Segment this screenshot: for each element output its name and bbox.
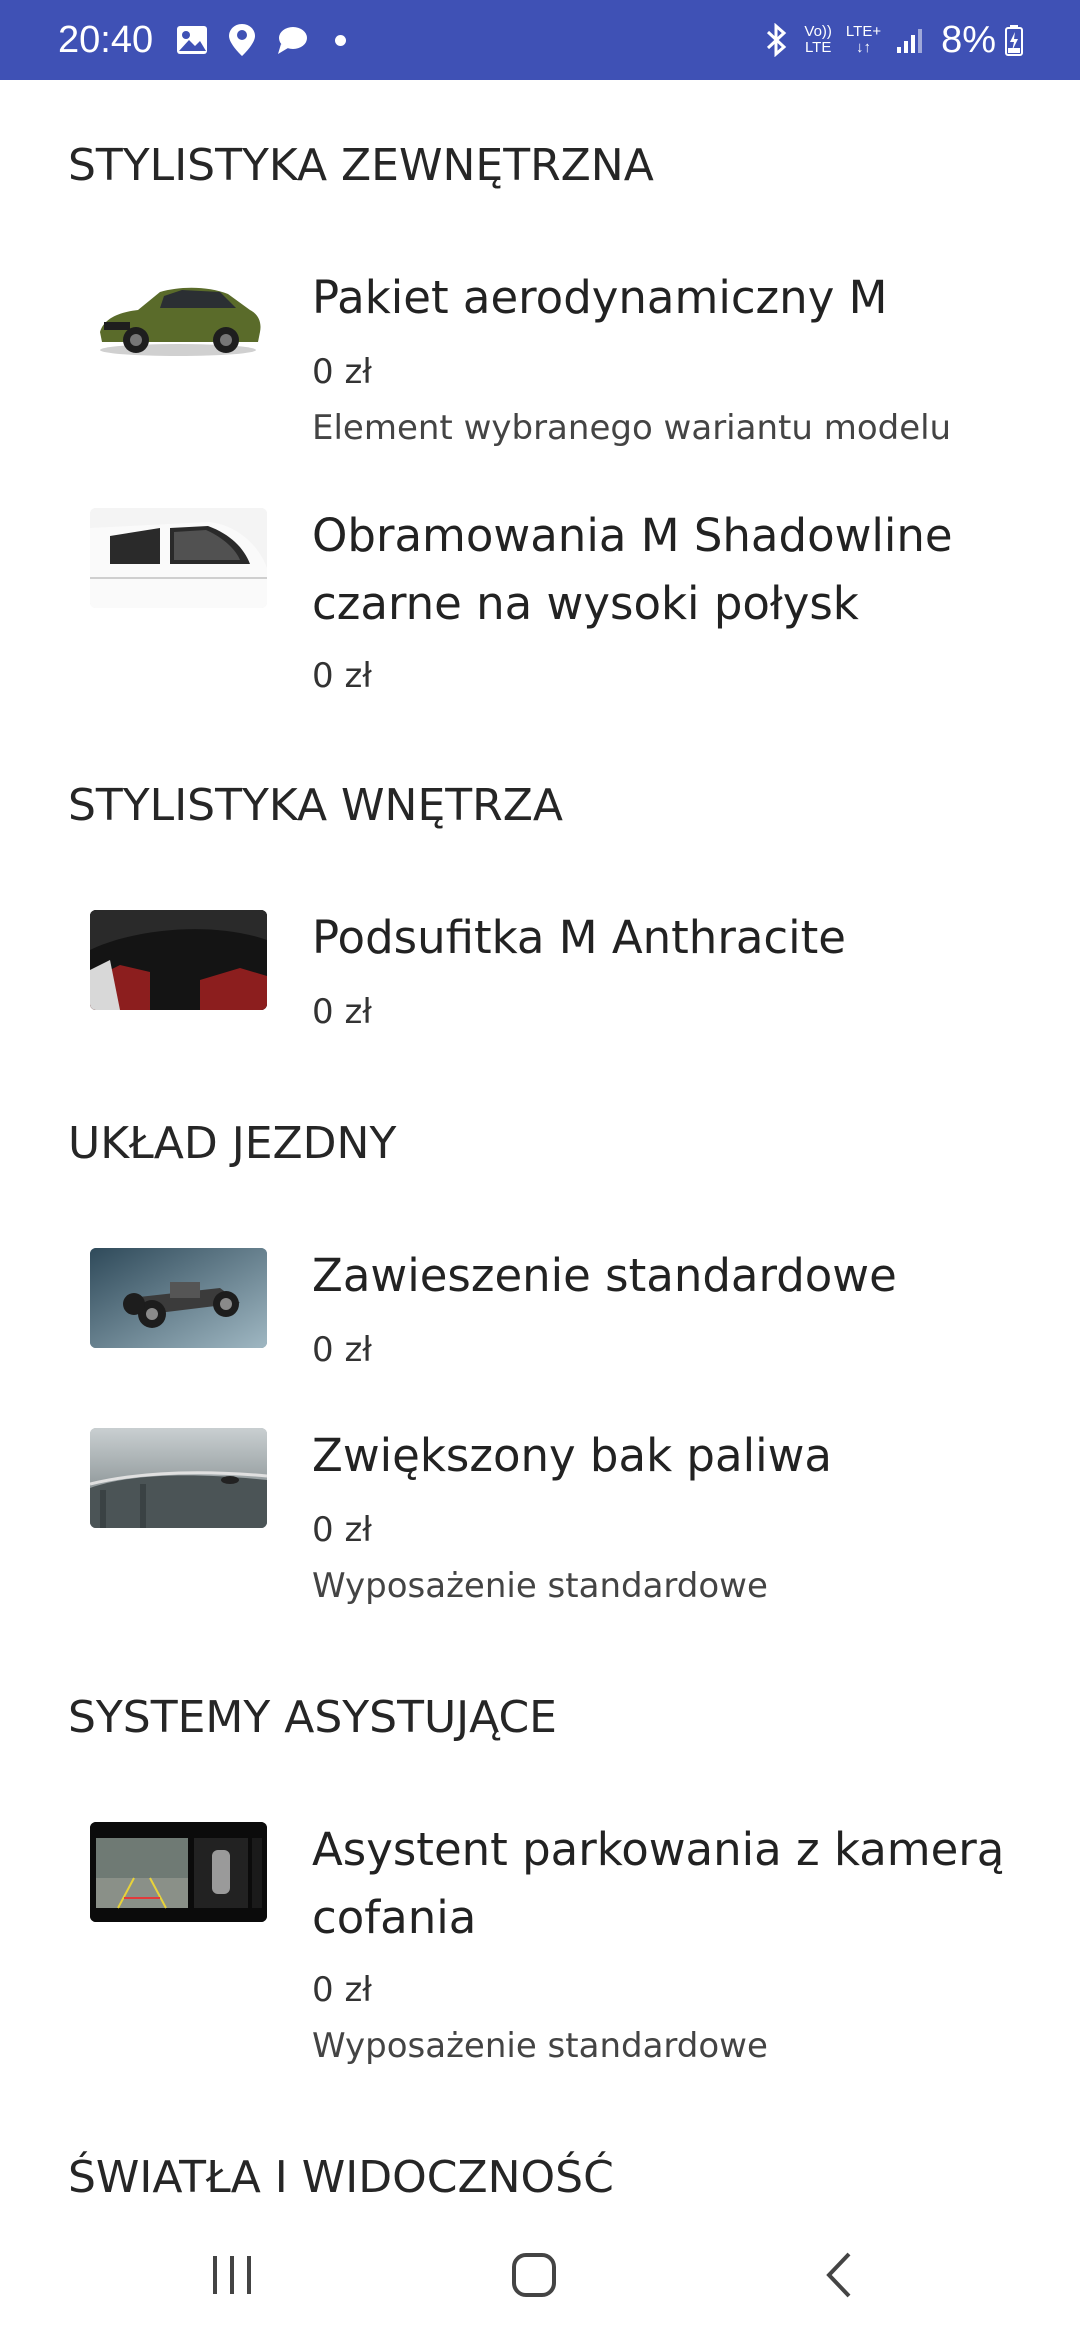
lte-label: LTE xyxy=(804,39,832,56)
item-price: 0 zł xyxy=(312,1970,372,2010)
lte-plus-label: LTE+ xyxy=(845,23,882,40)
item-title: Pakiet aerodynamiczny M xyxy=(312,271,888,324)
item-title: Asystent parkowania z kamerą cofania xyxy=(312,1823,1005,1944)
item-image-bridge-road xyxy=(90,1428,267,1528)
item-price: 0 zł xyxy=(312,1330,372,1370)
home-icon xyxy=(512,2253,556,2297)
battery-charging-icon xyxy=(1004,24,1024,56)
item-price: 0 zł xyxy=(312,1510,372,1550)
bluetooth-icon xyxy=(764,23,788,57)
item-title: Obramowania M Shadowline czarne na wysok… xyxy=(312,509,953,630)
section-title-exterior: STYLISTYKA ZEWNĘTRZNA xyxy=(68,140,654,191)
recent-apps-button[interactable] xyxy=(192,2240,272,2310)
back-icon xyxy=(826,2252,851,2298)
signal-icon xyxy=(895,25,925,55)
recent-apps-icon xyxy=(213,2256,251,2294)
item-price: 0 zł xyxy=(312,992,372,1032)
chat-icon xyxy=(275,24,309,56)
section-title-lights: ŚWIATŁA I WIDOCZNOŚĆ xyxy=(68,2152,614,2203)
navigation-bar xyxy=(0,2200,1080,2340)
item-image-chassis xyxy=(90,1248,267,1348)
status-bar: 20:40 Vo)) LTE LTE+ ↓↑ 8% xyxy=(0,0,1080,80)
volte-indicator: Vo)) LTE xyxy=(804,24,832,56)
lte-plus-indicator: LTE+ ↓↑ xyxy=(846,24,881,56)
item-title: Zawieszenie standardowe xyxy=(312,1249,897,1302)
section-title-interior: STYLISTYKA WNĘTRZA xyxy=(68,780,563,831)
item-image-headliner xyxy=(90,910,267,1010)
item-title: Podsufitka M Anthracite xyxy=(312,911,846,964)
item-image-parking-camera xyxy=(90,1822,267,1922)
item-price: 0 zł xyxy=(312,352,372,392)
gallery-icon xyxy=(175,24,209,56)
item-price: 0 zł xyxy=(312,656,372,696)
item-note: Element wybranego wariantu modelu xyxy=(312,408,952,448)
location-person-icon xyxy=(225,22,259,58)
back-button[interactable] xyxy=(800,2240,880,2310)
clock: 20:40 xyxy=(58,18,154,61)
item-note: Wyposażenie standardowe xyxy=(312,2026,768,2066)
data-arrows-icon: ↓↑ xyxy=(856,39,871,56)
item-note: Wyposażenie standardowe xyxy=(312,1566,768,1606)
notification-dot-icon xyxy=(335,34,347,46)
section-title-chassis: UKŁAD JEZDNY xyxy=(68,1118,397,1169)
item-image-green-suv xyxy=(90,270,267,370)
item-image-white-car xyxy=(90,508,267,608)
item-title: Zwiększony bak paliwa xyxy=(312,1429,832,1482)
home-button[interactable] xyxy=(494,2240,574,2310)
volte-label: Vo)) xyxy=(804,23,832,40)
battery-percent: 8% xyxy=(941,18,996,61)
section-title-assistance: SYSTEMY ASYSTUJĄCE xyxy=(68,1692,557,1743)
